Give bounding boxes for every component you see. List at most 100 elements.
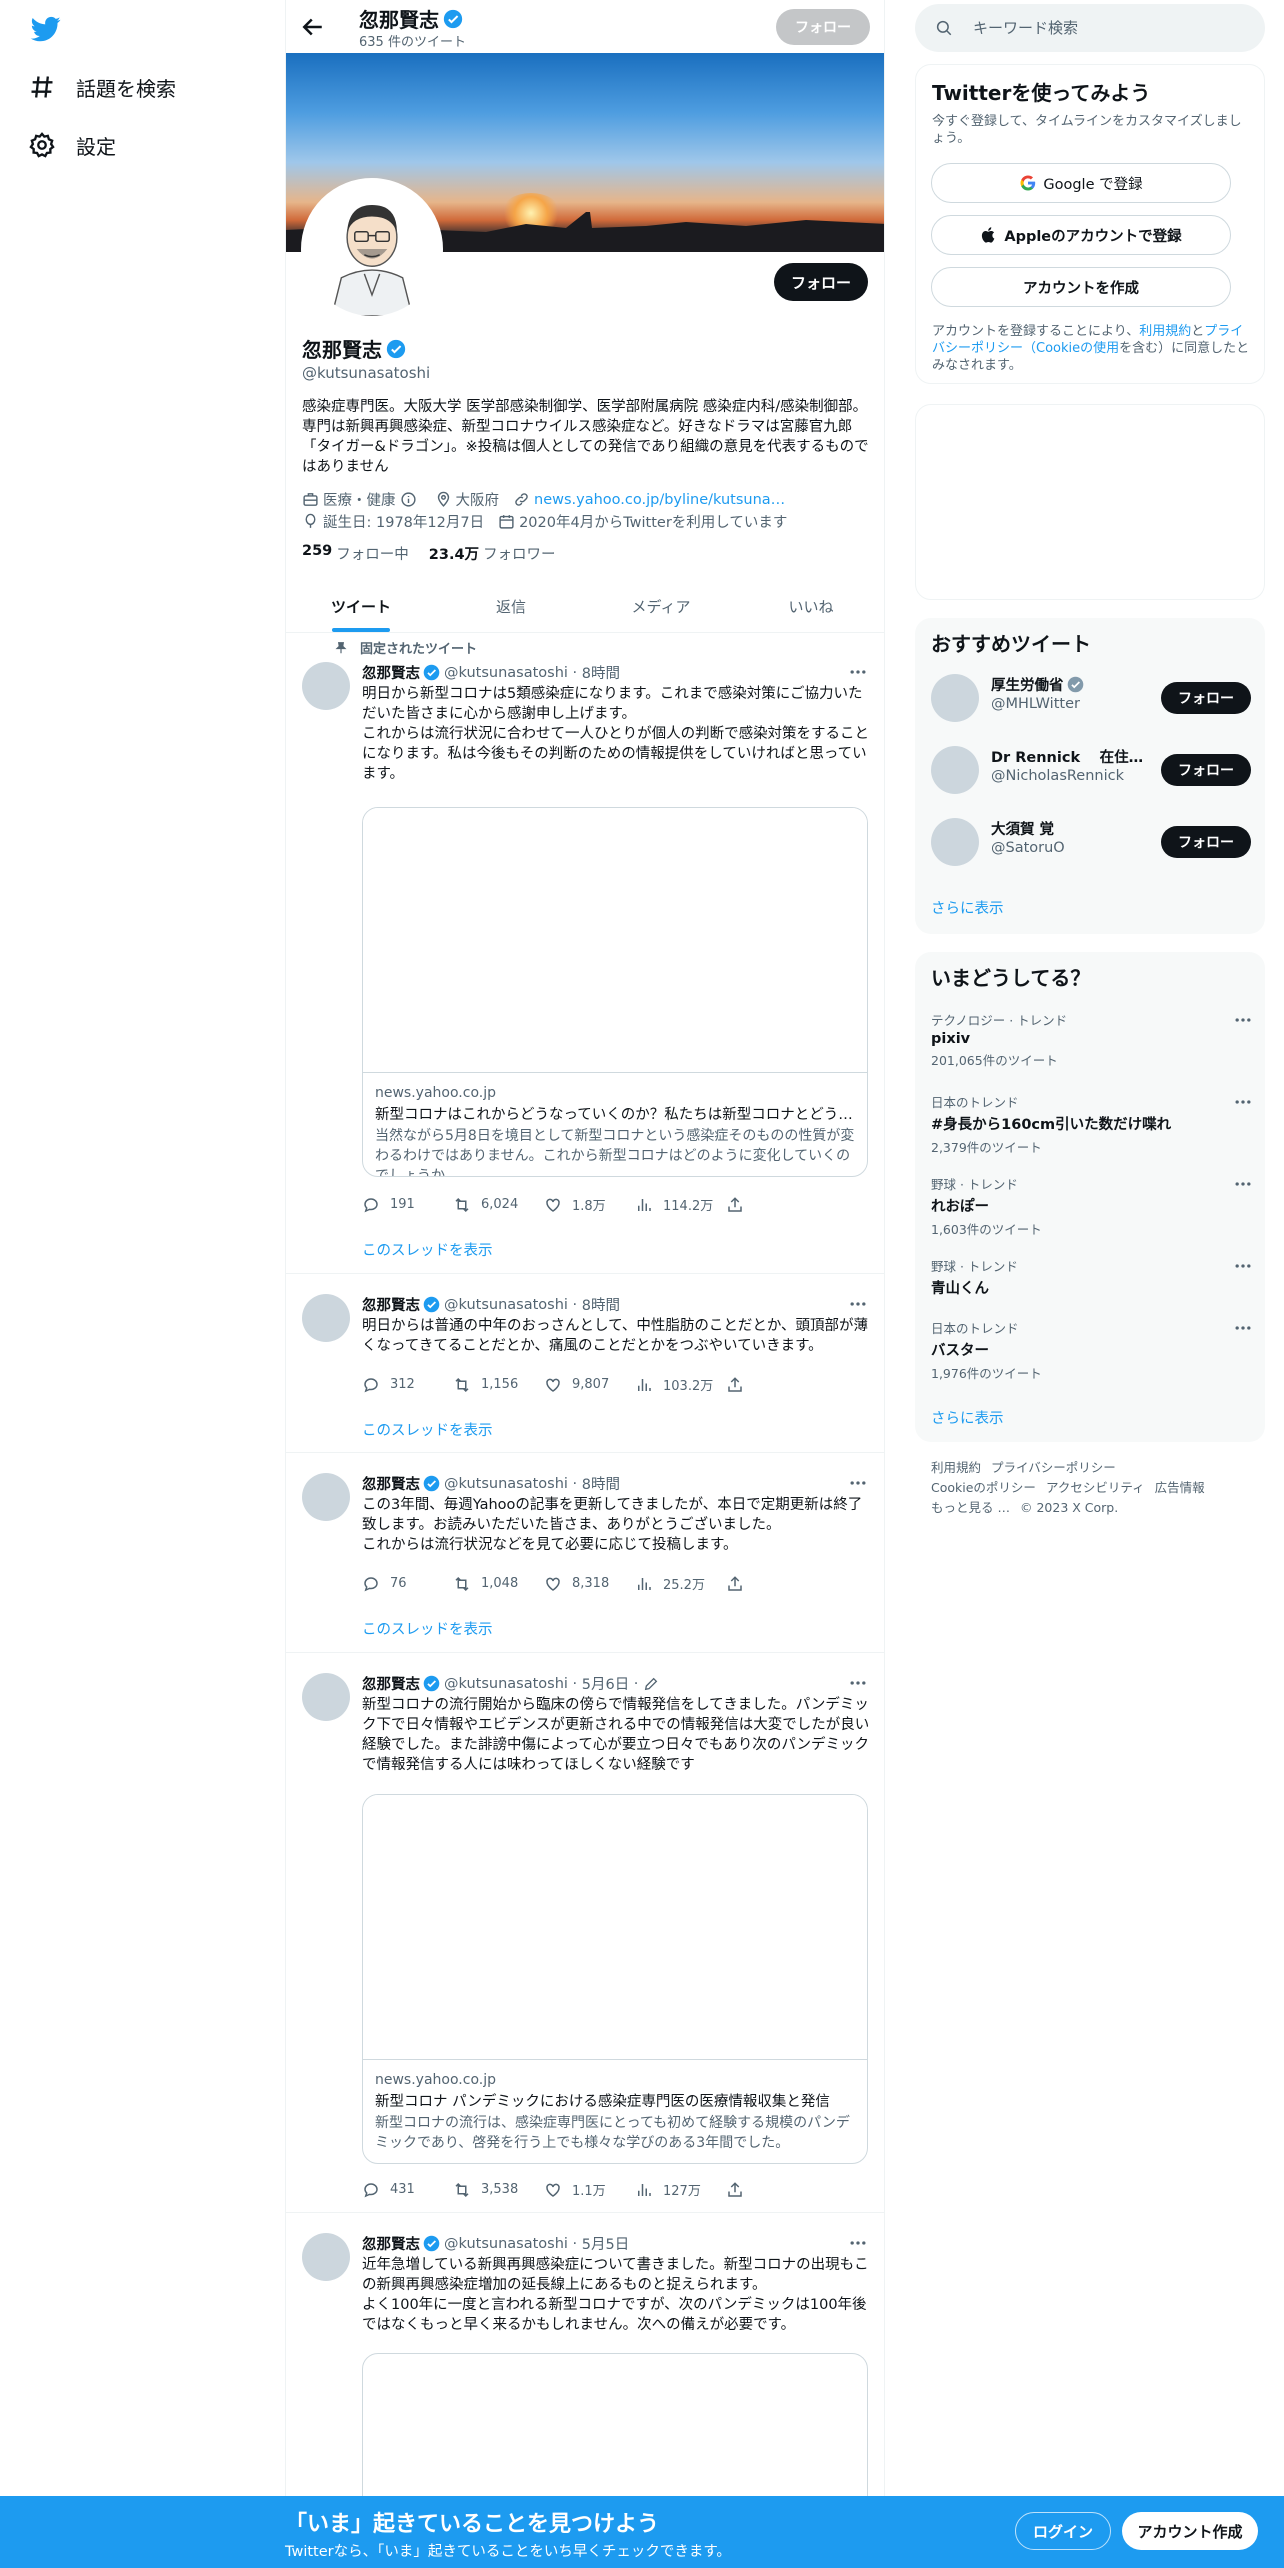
show-thread-link[interactable]: このスレッドを表示 [362, 1618, 493, 1639]
views-button[interactable]: 103.2万 [635, 1375, 726, 1394]
tab-tweets[interactable]: ツイート [286, 580, 436, 632]
more-options-icon[interactable] [848, 1673, 868, 1693]
following-link[interactable]: 259 フォロー中 [302, 543, 409, 564]
more-options-icon[interactable] [1233, 1010, 1253, 1030]
retweet-button[interactable]: 6,024 [453, 1195, 544, 1214]
reply-button[interactable]: 312 [362, 1375, 453, 1394]
like-button[interactable]: 1.1万 [544, 2180, 635, 2199]
like-button[interactable]: 9,807 [544, 1375, 635, 1394]
nav-item-explore[interactable]: 話題を検索 [28, 67, 176, 107]
login-button[interactable]: ログイン [1015, 2512, 1111, 2550]
profile-stats: 259 フォロー中 23.4万 フォロワー [302, 543, 576, 564]
trend-item[interactable]: 野球 · トレンド 青山くん [931, 1256, 1253, 1298]
user-name[interactable]: 大須賀 覚 [991, 818, 1151, 839]
show-thread-link[interactable]: このスレッドを表示 [362, 1239, 493, 1260]
tweet[interactable]: 忽那賢志 @kutsunasatoshi · 5月6日 · 新型コロナの流行開始… [286, 1653, 884, 2213]
retweet-button[interactable]: 1,048 [453, 1574, 544, 1593]
tweet[interactable]: 忽那賢志 @kutsunasatoshi · 8時間 明日から新型コロナは5類感… [286, 642, 884, 1274]
back-arrow-icon[interactable] [298, 12, 328, 42]
views-button[interactable]: 114.2万 [635, 1195, 726, 1214]
trend-item[interactable]: 日本のトレンド #身長から160cm引いた数だけ喋れ 2,379件のツイート [931, 1092, 1253, 1156]
recommended-user[interactable]: 大須賀 覚 @SatoruO フォロー [931, 814, 1251, 870]
footer-link[interactable]: もっと見る … [931, 1500, 1010, 1515]
search-box[interactable] [915, 4, 1265, 52]
signup-button[interactable]: アカウント作成 [1122, 2512, 1258, 2550]
twitter-bird-icon[interactable] [28, 14, 64, 44]
more-options-icon[interactable] [1233, 1256, 1253, 1276]
retweet-button[interactable]: 1,156 [453, 1375, 544, 1394]
reply-button[interactable]: 431 [362, 2180, 453, 2199]
show-more-link[interactable]: さらに表示 [931, 1407, 1004, 1428]
tab-media[interactable]: メディア [586, 580, 736, 632]
footer-link[interactable]: 利用規約 [931, 1460, 981, 1475]
more-options-icon[interactable] [848, 662, 868, 682]
user-name[interactable]: 厚生労働省 [991, 674, 1151, 695]
terms-link[interactable]: 利用規約 [1139, 324, 1191, 339]
views-button[interactable]: 25.2万 [635, 1574, 726, 1593]
share-button[interactable] [726, 1195, 756, 1214]
profile-birthday: 誕生日: 1978年12月7日 [323, 515, 485, 531]
retweet-button[interactable]: 3,538 [453, 2180, 544, 2199]
search-icon [936, 20, 952, 36]
follow-button[interactable]: フォロー [1161, 682, 1251, 714]
tweet[interactable]: 忽那賢志 @kutsunasatoshi · 8時間 この3年間、毎週Yahoo… [286, 1453, 884, 1653]
profile-follow-button[interactable]: フォロー [774, 263, 868, 301]
footer-link[interactable]: プライバシーポリシー [991, 1460, 1116, 1475]
user-name[interactable]: Dr Rennick 在住… [991, 746, 1151, 767]
footer-link[interactable]: アクセシビリティ [1046, 1480, 1145, 1495]
info-icon[interactable] [400, 491, 417, 508]
google-signup-button[interactable]: Google で登録 [931, 163, 1231, 203]
tweet[interactable]: 忽那賢志 @kutsunasatoshi · 8時間 明日からは普通の中年のおっ… [286, 1274, 884, 1453]
profile-avatar[interactable] [301, 178, 443, 320]
reply-button[interactable]: 191 [362, 1195, 453, 1214]
share-button[interactable] [726, 1375, 756, 1394]
follow-button[interactable]: フォロー [1161, 826, 1251, 858]
link-card-title: 新型コロナ パンデミックにおける感染症専門医の医療情報収集と発信 [375, 2094, 830, 2110]
tweet-avatar[interactable] [302, 1294, 350, 1342]
edit-pencil-icon[interactable] [643, 1676, 659, 1692]
follow-button[interactable]: フォロー [1161, 754, 1251, 786]
tweet-actions: 431 3,538 1.1万 127万 [362, 2180, 756, 2199]
trend-item[interactable]: テクノロジー · トレンド pixiv 201,065件のツイート [931, 1010, 1253, 1069]
show-thread-link[interactable]: このスレッドを表示 [362, 1419, 493, 1440]
share-button[interactable] [726, 1574, 756, 1593]
reply-button[interactable]: 76 [362, 1574, 453, 1593]
tweet-avatar[interactable] [302, 2233, 350, 2281]
footer-link[interactable]: 広告情報 [1155, 1480, 1205, 1495]
tweet-text: この3年間、毎週Yahooの記事を更新してきましたが、本日で定期更新は終了致しま… [362, 1497, 863, 1553]
show-more-link[interactable]: さらに表示 [931, 897, 1004, 918]
tweet-avatar[interactable] [302, 1673, 350, 1721]
share-button[interactable] [726, 2180, 756, 2199]
trend-item[interactable]: 野球 · トレンド れおぽー 1,603件のツイート [931, 1174, 1253, 1238]
more-options-icon[interactable] [1233, 1092, 1253, 1112]
user-avatar[interactable] [931, 746, 979, 794]
recommended-user[interactable]: Dr Rennick 在住… @NicholasRennick フォロー [931, 742, 1251, 798]
header-follow-button[interactable]: フォロー [776, 9, 870, 45]
user-avatar[interactable] [931, 674, 979, 722]
link-card[interactable]: news.yahoo.co.jp 新型コロナはこれからどうなっていくのか？私たち… [362, 807, 868, 1177]
link-card[interactable]: news.yahoo.co.jp 新型コロナ パンデミックにおける感染症専門医の… [362, 1794, 868, 2164]
apple-signup-button[interactable]: Appleのアカウントで登録 [931, 215, 1231, 255]
more-options-icon[interactable] [848, 2233, 868, 2253]
more-options-icon[interactable] [848, 1294, 868, 1314]
recommended-user[interactable]: 厚生労働省 @MHLWitter フォロー [931, 670, 1251, 726]
bottom-bar-title: 「いま」起きていることを見つけよう [285, 2512, 660, 2537]
create-account-button[interactable]: アカウントを作成 [931, 267, 1231, 307]
more-options-icon[interactable] [848, 1473, 868, 1493]
more-options-icon[interactable] [1233, 1174, 1253, 1194]
followers-link[interactable]: 23.4万 フォロワー [429, 543, 556, 564]
user-avatar[interactable] [931, 818, 979, 866]
trend-item[interactable]: 日本のトレンド バスター 1,976件のツイート [931, 1318, 1253, 1382]
views-button[interactable]: 127万 [635, 2180, 726, 2199]
nav-item-settings[interactable]: 設定 [28, 125, 116, 165]
search-input[interactable] [973, 19, 1233, 37]
tab-likes[interactable]: いいね [736, 580, 884, 632]
like-button[interactable]: 1.8万 [544, 1195, 635, 1214]
footer-link[interactable]: Cookieのポリシー [931, 1480, 1036, 1495]
profile-url-link[interactable]: news.yahoo.co.jp/byline/kutsuna… [534, 492, 785, 508]
tweet-avatar[interactable] [302, 662, 350, 710]
more-options-icon[interactable] [1233, 1318, 1253, 1338]
tweet-avatar[interactable] [302, 1473, 350, 1521]
like-button[interactable]: 8,318 [544, 1574, 635, 1593]
tab-replies[interactable]: 返信 [436, 580, 586, 632]
